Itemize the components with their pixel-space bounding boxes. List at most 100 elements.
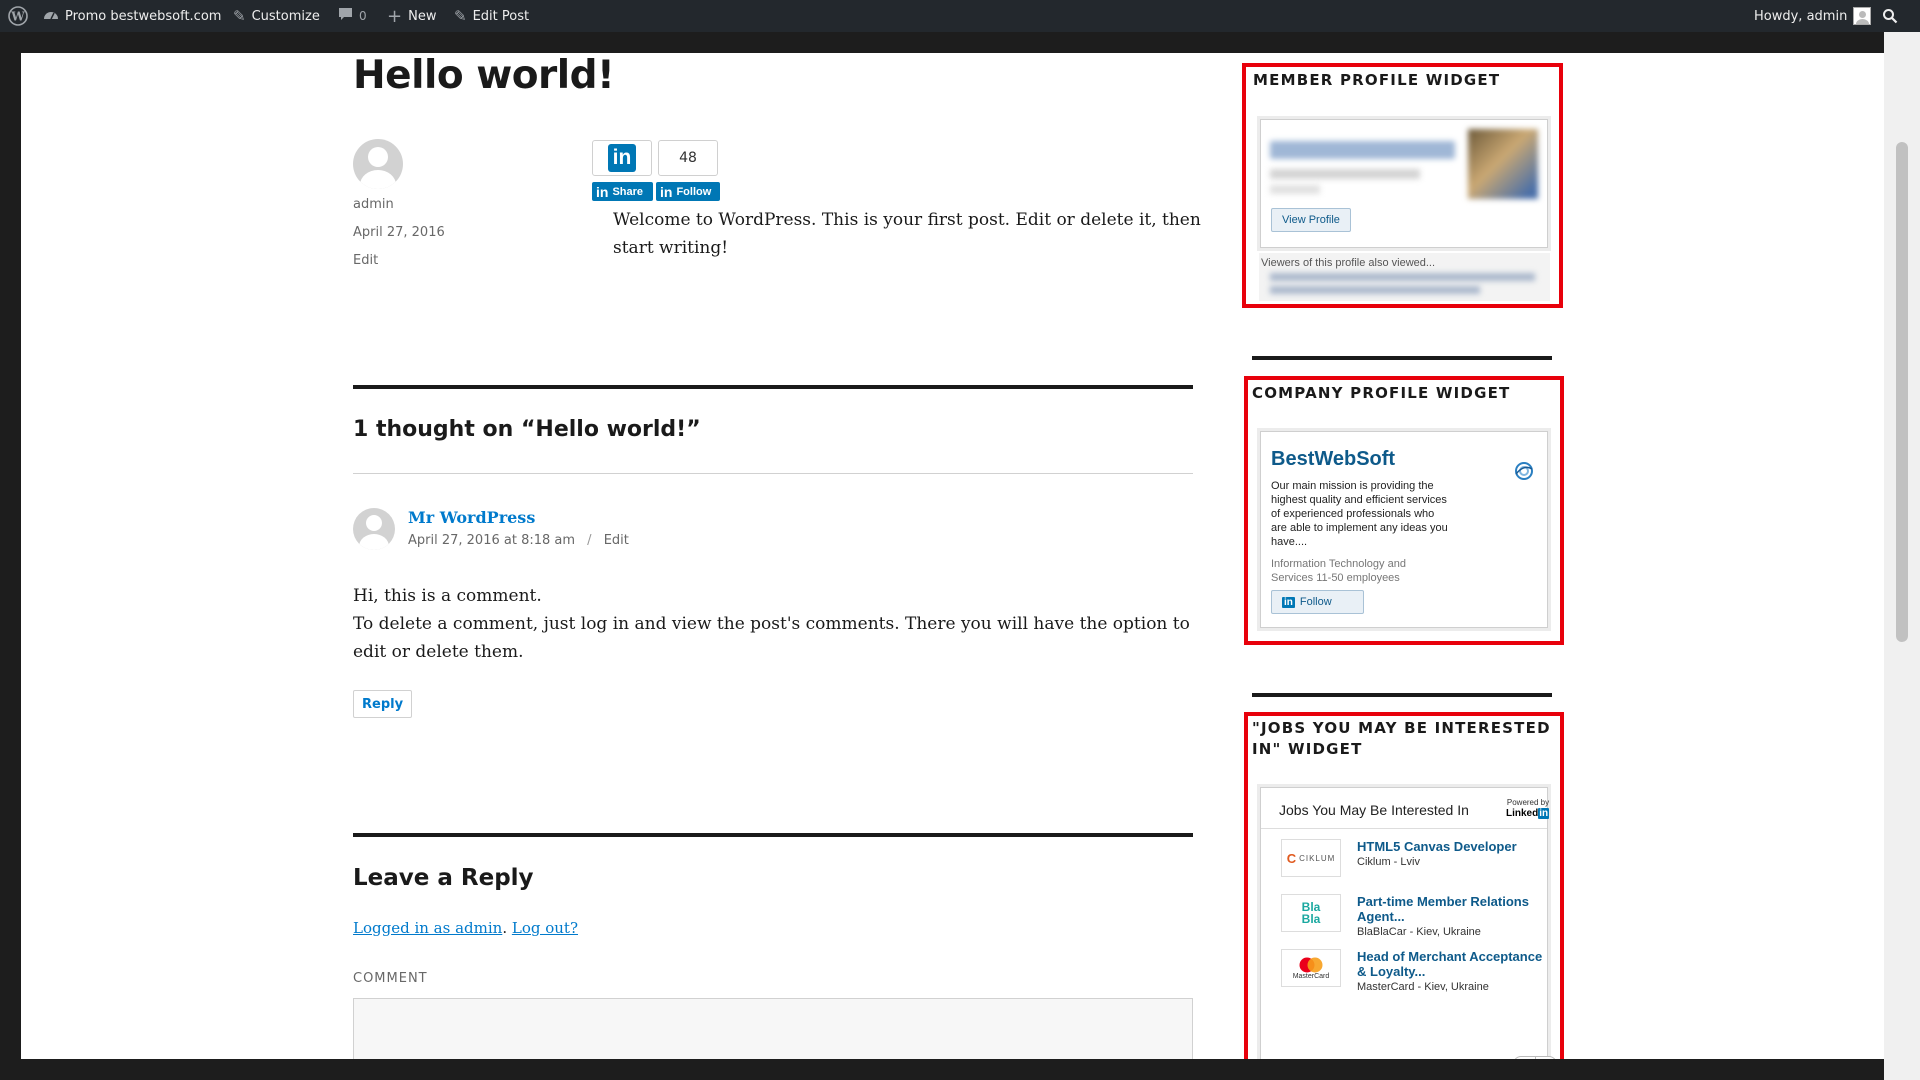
customize-label: Customize <box>251 8 320 24</box>
share-count: 48 <box>658 140 718 176</box>
comment-avatar <box>353 508 395 550</box>
linkedin-in-icon: in <box>1282 596 1295 608</box>
ciklum-logo-icon: C <box>1286 850 1297 866</box>
comment-edit-link[interactable]: Edit <box>604 533 629 548</box>
reply-heading: Leave a Reply <box>353 865 534 891</box>
company-industry: Information Technology and Services 11-5… <box>1271 558 1406 584</box>
customize-link[interactable]: ✎ Customize <box>233 0 320 32</box>
job-title-link[interactable]: Head of Merchant Acceptance & Loyalty... <box>1357 949 1552 979</box>
widget-divider <box>1252 356 1552 360</box>
comment-meta: April 27, 2016 at 8:18 am / Edit <box>408 533 629 548</box>
jobs-widget-title: "JOBS YOU MAY BE INTERESTED IN" WIDGET <box>1252 719 1551 758</box>
logged-in-link[interactable]: Logged in as admin <box>353 919 502 937</box>
reply-divider <box>353 833 1193 837</box>
edit-post-label: Edit Post <box>472 8 530 24</box>
account-menu[interactable]: Howdy, admin <box>1754 0 1872 32</box>
comments-divider <box>353 385 1193 389</box>
site-name-label: Promo bestwebsoft.com <box>65 8 222 24</box>
comments-heading-rule <box>353 473 1193 474</box>
comments-heading: 1 thought on “Hello world!” <box>353 417 701 442</box>
job-company-logo[interactable]: C CIKLUM <box>1281 839 1341 877</box>
job-company: MasterCard - Kiev, Ukraine <box>1357 981 1489 993</box>
mastercard-logo-icon <box>1299 957 1323 972</box>
edit-post-link[interactable]: ✎ Edit Post <box>454 0 529 32</box>
linkedin-in-icon: in <box>596 183 609 200</box>
page-content: Hello world! admin April 27, 2016 Edit i… <box>21 53 1884 1059</box>
powered-by-label: Powered by <box>1506 798 1550 807</box>
post-title: Hello world! <box>353 53 615 98</box>
logged-in-line: Logged in as admin. Log out? <box>353 919 578 937</box>
also-viewed-item-blurred <box>1270 273 1535 281</box>
job-company-logo[interactable]: MasterCard <box>1281 949 1341 987</box>
company-logo-icon <box>1513 460 1535 486</box>
window-bottom-edge <box>0 1059 1884 1080</box>
comments-link[interactable]: 0 <box>338 0 367 32</box>
member-headline-blurred <box>1270 169 1420 179</box>
widget-divider <box>1252 693 1552 697</box>
brand-label: Linked <box>1506 808 1539 819</box>
member-name-blurred <box>1270 141 1455 159</box>
company-widget-title: COMPANY PROFILE WIDGET <box>1252 384 1511 402</box>
job-logo-label: CIKLUM <box>1299 853 1336 863</box>
logged-in-separator: . <box>502 919 508 937</box>
pencil-icon: ✎ <box>454 7 467 25</box>
linkedin-share-button[interactable]: in Share <box>592 182 653 201</box>
member-location-blurred <box>1270 185 1320 194</box>
comment-textarea[interactable] <box>353 998 1193 1059</box>
reply-button[interactable]: Reply <box>353 690 413 718</box>
also-viewed-label: Viewers of this profile also viewed... <box>1261 257 1436 269</box>
comments-count: 0 <box>359 9 367 23</box>
powered-by-linkedin: Powered by Linkedin <box>1506 797 1550 819</box>
page-scrollbar[interactable] <box>1884 32 1920 1080</box>
linkedin-in-icon: in <box>660 183 673 200</box>
howdy-label: Howdy, admin <box>1754 8 1848 24</box>
brand-in-label: in <box>1538 808 1550 819</box>
share-label: Share <box>612 185 644 198</box>
svg-text:W: W <box>10 10 25 24</box>
job-title-link[interactable]: HTML5 Canvas Developer <box>1357 839 1552 854</box>
comment-author-link[interactable]: Mr WordPress <box>408 508 535 527</box>
company-follow-button[interactable]: in Follow <box>1271 590 1364 614</box>
job-company: Ciklum - Lviv <box>1357 856 1420 868</box>
linkedin-share-counter-box[interactable]: in <box>592 140 652 176</box>
job-title-link[interactable]: Part-time Member Relations Agent... <box>1357 894 1552 924</box>
company-description: Our main mission is providing the highes… <box>1271 480 1448 548</box>
member-photo-blurred <box>1468 129 1538 199</box>
dashboard-icon <box>43 7 59 25</box>
comment-line: Hi, this is a comment. <box>353 586 542 606</box>
avatar <box>1853 7 1872 25</box>
comment-body: Hi, this is a comment. To delete a comme… <box>353 582 1193 666</box>
site-name-menu[interactable]: Promo bestwebsoft.com <box>43 0 221 32</box>
log-out-link[interactable]: Log out? <box>512 919 578 937</box>
linkedin-brand-logo: Linkedin <box>1506 808 1550 819</box>
wordpress-logo-icon[interactable]: W <box>8 0 28 32</box>
linkedin-follow-button[interactable]: in Follow <box>656 182 720 201</box>
company-follow-label: Follow <box>1299 596 1332 608</box>
job-company-logo[interactable]: Bla Bla <box>1281 894 1341 932</box>
scrollbar-thumb[interactable] <box>1896 142 1908 642</box>
search-icon[interactable] <box>1882 0 1898 32</box>
view-profile-button[interactable]: View Profile <box>1271 208 1351 232</box>
company-name-link[interactable]: BestWebSoft <box>1271 448 1395 471</box>
comment-line: To delete a comment, just log in and vie… <box>353 614 1190 662</box>
jobs-header: Jobs You May Be Interested In <box>1279 802 1469 818</box>
brush-icon: ✎ <box>233 7 246 25</box>
job-logo-label: MasterCard <box>1292 972 1330 980</box>
linkedin-logo-icon: in <box>608 144 636 172</box>
new-label: New <box>408 8 437 24</box>
post-date[interactable]: April 27, 2016 <box>353 225 445 240</box>
member-widget-title: MEMBER PROFILE WIDGET <box>1253 71 1501 89</box>
job-company: BlaBlaCar - Kiev, Ukraine <box>1357 926 1481 938</box>
comment-meta-separator: / <box>587 533 592 548</box>
new-content-menu[interactable]: + New <box>387 0 436 32</box>
follow-label: Follow <box>676 185 712 198</box>
view-profile-label: View Profile <box>1282 214 1340 226</box>
plus-icon: + <box>387 5 403 27</box>
post-edit-link[interactable]: Edit <box>353 253 378 268</box>
author-avatar[interactable] <box>353 139 403 189</box>
comment-bubble-icon <box>338 7 353 25</box>
comment-date-link[interactable]: April 27, 2016 at 8:18 am <box>408 533 575 548</box>
admin-bar: W Promo bestwebsoft.com ✎ Customize 0 + … <box>0 0 1920 32</box>
post-author[interactable]: admin <box>353 197 394 212</box>
comment-field-label: COMMENT <box>353 971 428 986</box>
